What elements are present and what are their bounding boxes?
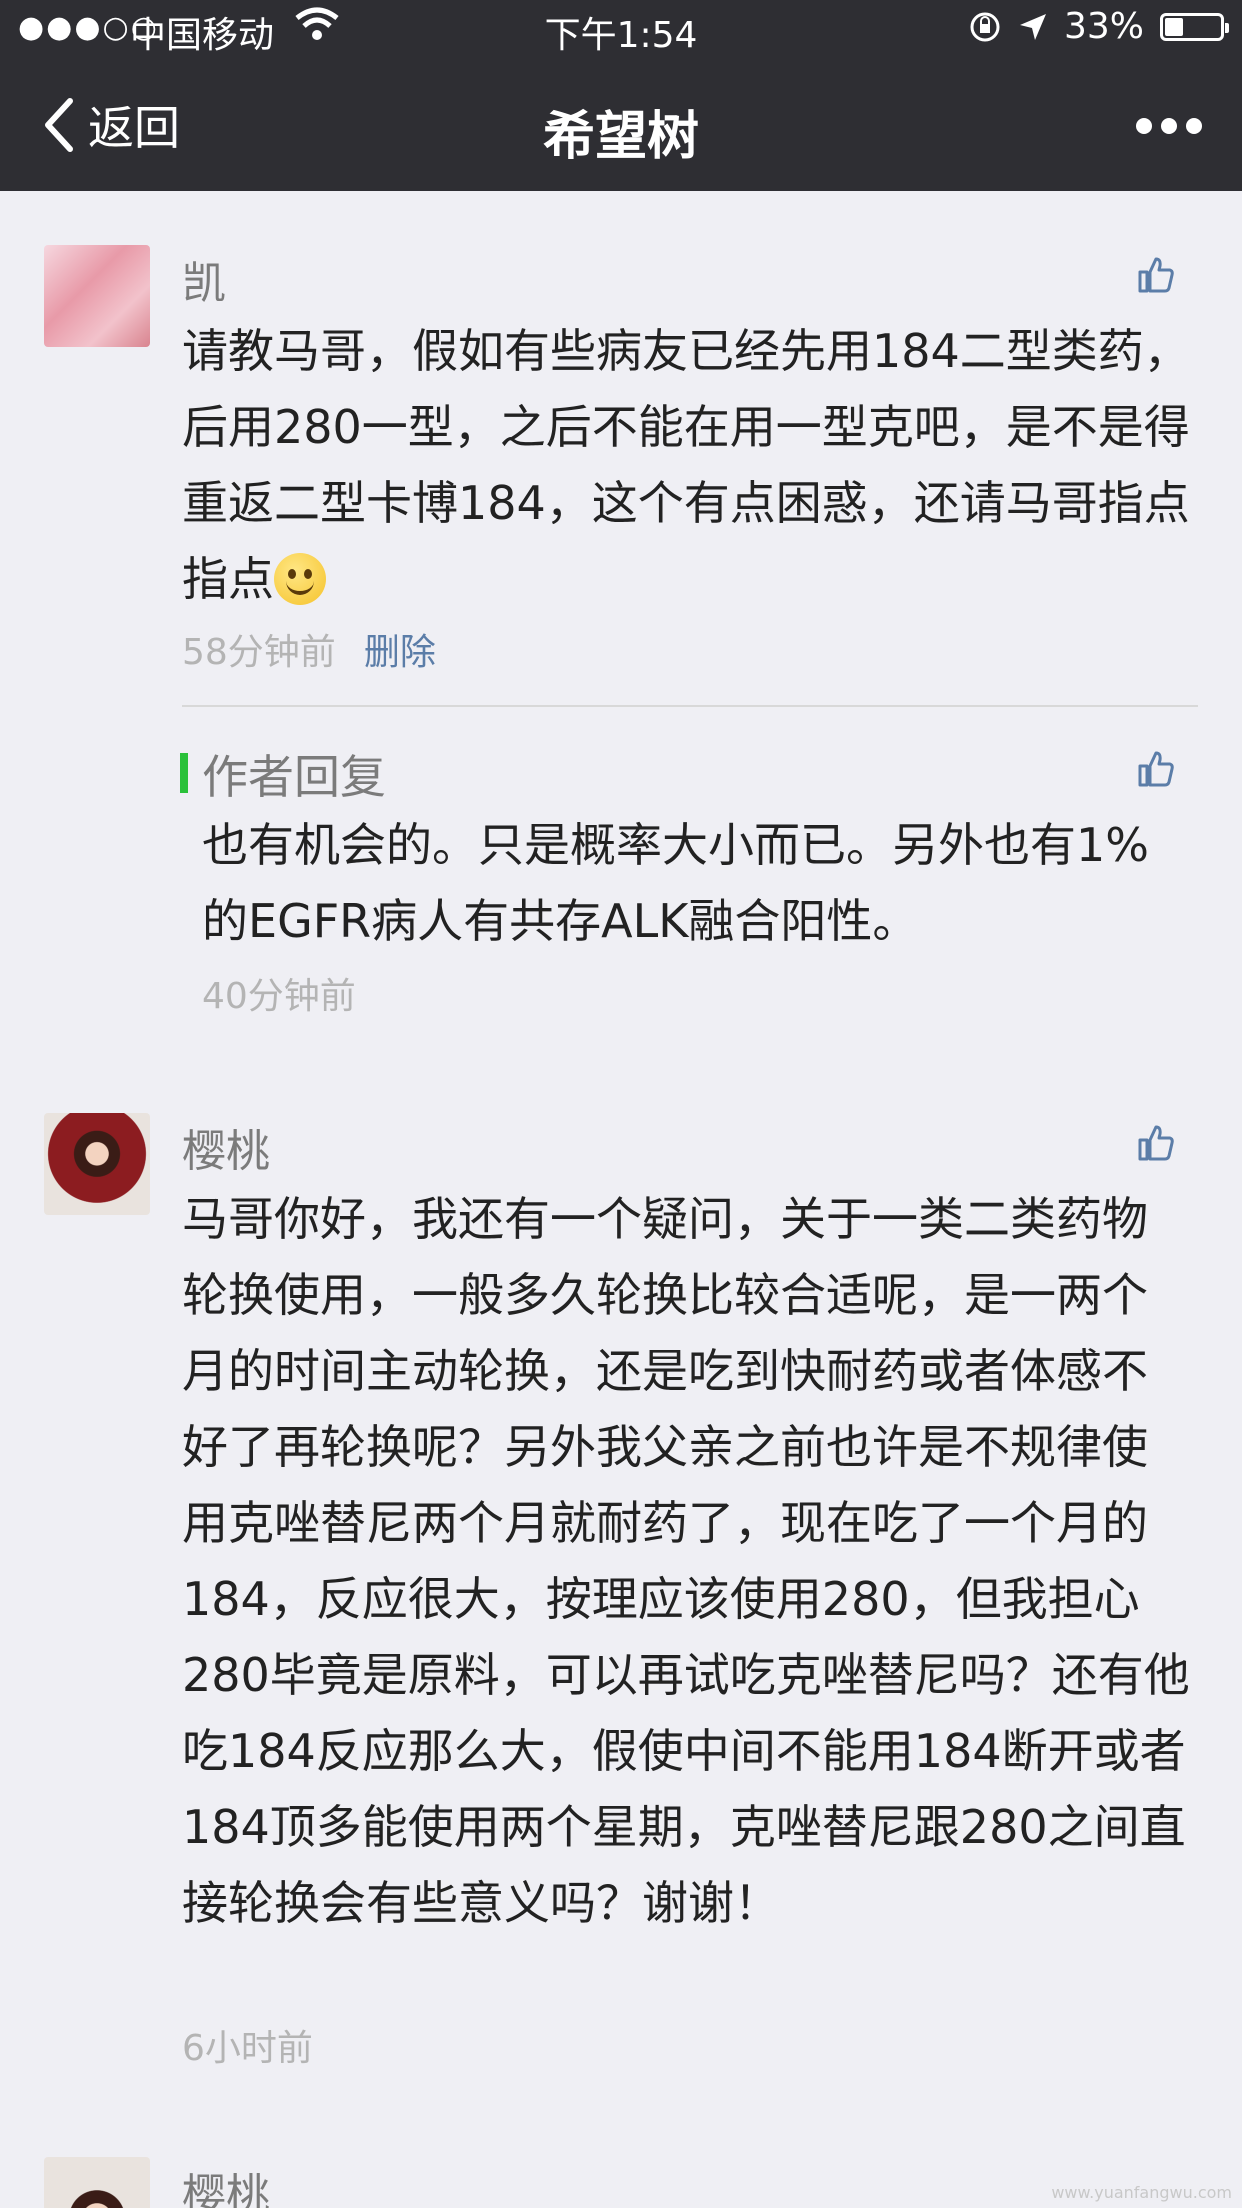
comment-meta: 58分钟前 删除 (182, 623, 436, 675)
battery-percent: 33% (1063, 6, 1144, 47)
more-dot-icon (1136, 118, 1152, 134)
avatar[interactable] (44, 2157, 150, 2208)
reply-time: 40分钟前 (202, 976, 356, 1017)
orientation-lock-icon (970, 12, 1000, 41)
author-reply-text: 也有机会的。只是概率大小而已。另外也有1%的EGFR病人有共存ALK融合阳性。 (202, 818, 1149, 948)
status-bar: ●●●○○ 中国移动 下午1:54 33% (0, 0, 1242, 60)
divider (182, 705, 1198, 707)
location-arrow-icon (1019, 13, 1046, 40)
reply-accent-bar (180, 753, 188, 793)
more-dot-icon (1161, 118, 1177, 134)
delete-link[interactable]: 删除 (364, 632, 436, 673)
comment-item: 凯 请教马哥，假如有些病友已经先用184二型类药，后用280一型，之后不能在用一… (0, 191, 1242, 1061)
comment-text: 马哥你好，我还有一个疑问，关于一类二类药物轮换使用，一般多久轮换比较合适呢，是一… (182, 1192, 1190, 1930)
comment-text-body: 请教马哥，假如有些病友已经先用184二型类药，后用280一型，之后不能在用一型克… (182, 324, 1190, 606)
comment-item: 樱桃 马哥你好，我还有一个疑问，关于一类二类药物轮换使用，一般多久轮换比较合适呢… (0, 1061, 1242, 2101)
comment-author: 樱桃 (182, 2170, 270, 2208)
comment-author: 樱桃 (182, 1126, 270, 1177)
comment-text: 请教马哥，假如有些病友已经先用184二型类药，后用280一型，之后不能在用一型克… (182, 313, 1192, 617)
thumbs-up-icon[interactable] (1136, 255, 1176, 295)
more-options-button[interactable] (1136, 114, 1202, 138)
comment-author: 凯 (182, 258, 226, 309)
avatar[interactable] (44, 1113, 150, 1215)
avatar[interactable] (44, 245, 150, 347)
smiley-emoji-icon (274, 553, 326, 605)
more-dot-icon (1186, 118, 1202, 134)
nav-bar: 返回 希望树 (0, 60, 1242, 191)
status-right: 33% (968, 6, 1229, 47)
author-reply-title: 作者回复 (202, 750, 386, 804)
battery-icon (1160, 12, 1229, 41)
page-title: 希望树 (542, 107, 699, 167)
thumbs-up-icon[interactable] (1136, 1123, 1176, 1163)
comment-time: 6小时前 (182, 2028, 313, 2069)
comment-time: 58分钟前 (182, 632, 336, 673)
watermark: www.yuanfangwu.com (1051, 2183, 1232, 2202)
thumbs-up-icon[interactable] (1136, 749, 1176, 789)
